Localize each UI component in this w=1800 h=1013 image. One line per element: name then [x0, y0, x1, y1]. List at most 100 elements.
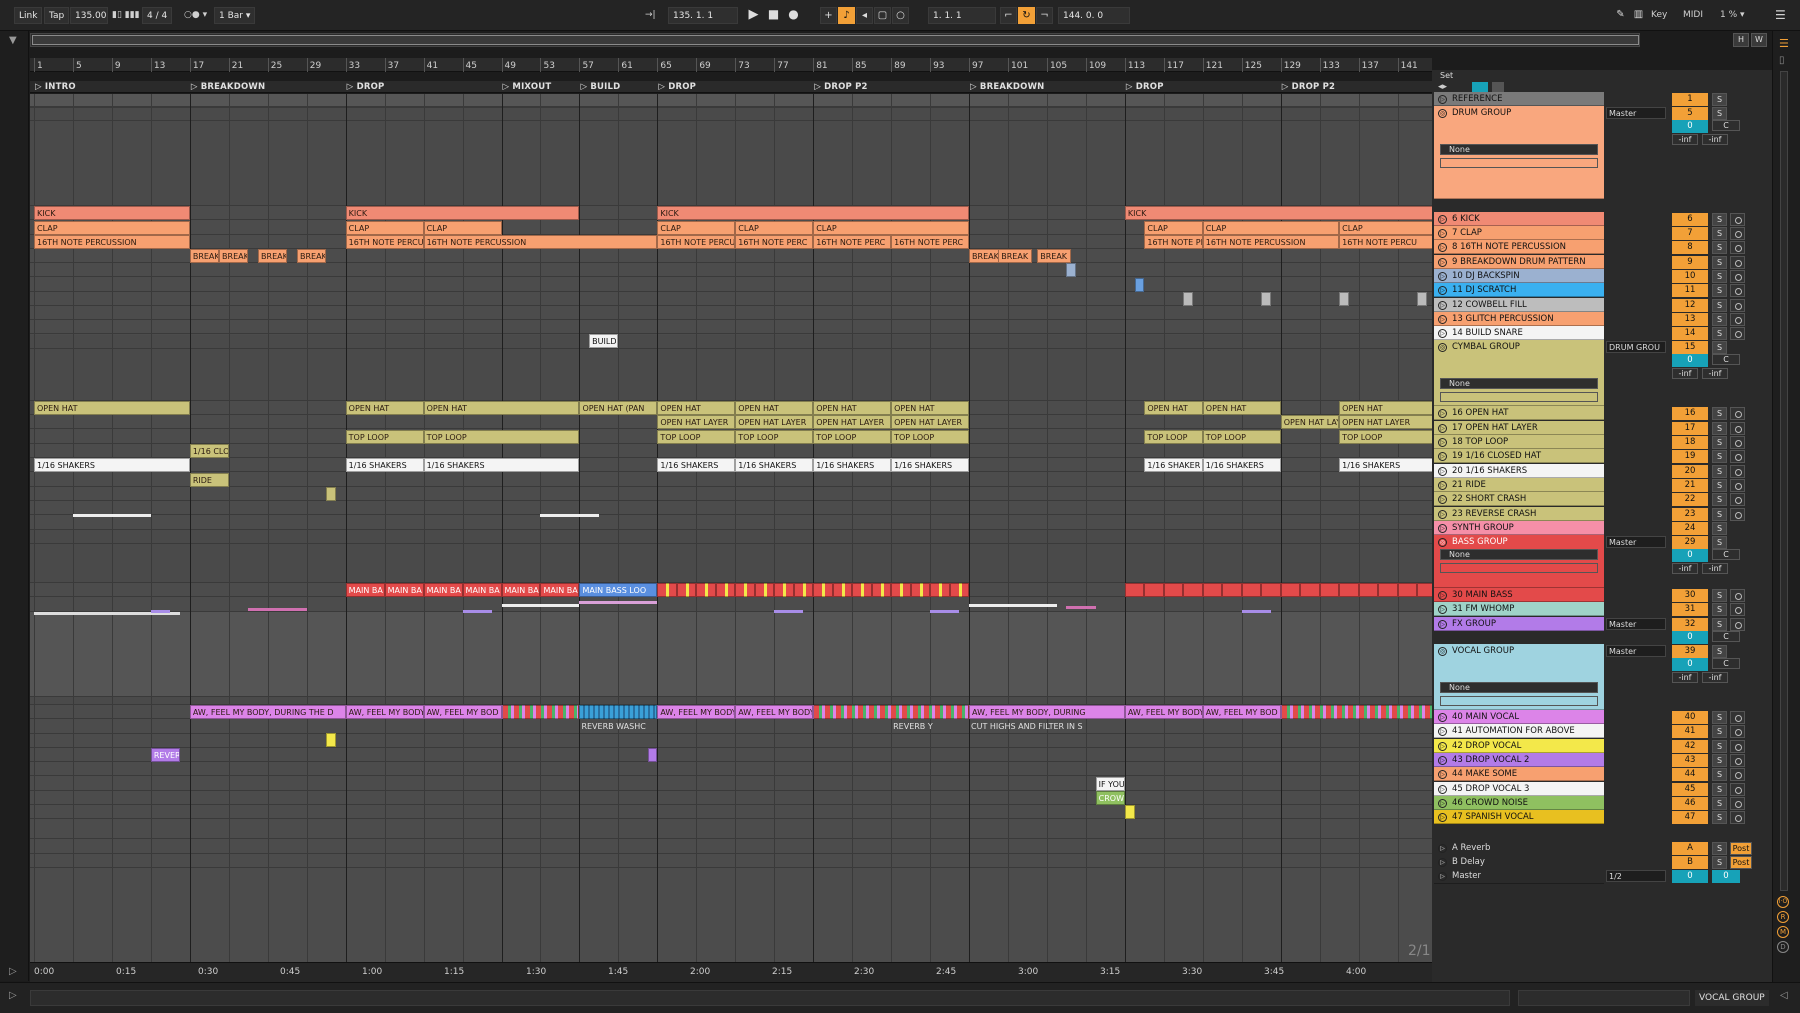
solo-button[interactable]: S — [1712, 811, 1727, 824]
track-header[interactable]: ▷ 12 COWBELL FILL 12 S — [1432, 298, 1772, 312]
clip[interactable]: MAIN BA — [384, 583, 424, 597]
track-header[interactable]: ▷ 9 BREAKDOWN DRUM PATTERN 9 S — [1432, 255, 1772, 269]
clip[interactable]: IF YOUR — [1095, 777, 1125, 791]
track-fold-icon[interactable]: ▷ — [1438, 605, 1447, 614]
return-name[interactable]: ▷ B Delay — [1434, 855, 1604, 870]
clip[interactable] — [754, 583, 775, 597]
clip[interactable]: TOP LOOP — [891, 430, 970, 444]
arm-button[interactable] — [1730, 493, 1745, 506]
io-icon[interactable]: I·O — [1777, 896, 1789, 908]
clip[interactable]: 1/16 SHAKER — [1144, 458, 1203, 472]
clip[interactable]: OPEN HAT — [1202, 401, 1281, 415]
track-number[interactable]: 7 — [1672, 227, 1708, 240]
marker-clip[interactable] — [647, 748, 658, 762]
view-list-icon[interactable]: ☰ — [1779, 37, 1789, 50]
clip[interactable] — [696, 583, 716, 597]
track-fold-icon[interactable]: ▷ — [1438, 620, 1447, 629]
solo-button[interactable]: S — [1712, 536, 1727, 549]
automation-line[interactable] — [248, 608, 307, 611]
arm-button[interactable] — [1730, 711, 1745, 724]
track-fold-icon[interactable]: ◎ — [1438, 343, 1447, 352]
arrangement-view[interactable]: KICK KICK KICK KICK CLAP CLAP CLAP CLAP CLAP CLAP… — [30, 94, 1432, 962]
clip[interactable]: 1/16 SHAKERS — [735, 458, 814, 472]
solo-button[interactable]: S — [1712, 227, 1727, 240]
track-name[interactable]: ▷ 22 SHORT CRASH — [1434, 492, 1604, 506]
track-fold-icon[interactable]: ▷ — [1438, 452, 1447, 461]
clip[interactable] — [1144, 583, 1164, 597]
track-number[interactable]: 5 — [1672, 107, 1708, 120]
track-fold-icon[interactable]: ▷ — [1438, 272, 1447, 281]
locator-intro[interactable]: ▷ INTRO — [35, 82, 76, 92]
automation-line[interactable] — [969, 604, 1057, 607]
track-number[interactable]: 23 — [1672, 508, 1708, 521]
track-header[interactable]: ▷ 16 OPEN HAT 16 S — [1432, 406, 1772, 420]
clip[interactable] — [1378, 583, 1398, 597]
clip[interactable]: OPEN HAT LAYER — [891, 415, 970, 429]
automation-line[interactable] — [501, 604, 580, 607]
clip[interactable]: 1/16 SHAKERS — [1202, 458, 1281, 472]
clip[interactable]: CLAP — [657, 221, 736, 235]
track-name[interactable]: ▷ 10 DJ BACKSPIN — [1434, 269, 1604, 283]
clip[interactable] — [832, 583, 853, 597]
track-name[interactable]: ▷ FX GROUP — [1434, 617, 1604, 631]
track-header[interactable]: ▷ 13 GLITCH PERCUSSION 13 S — [1432, 312, 1772, 326]
arm-button[interactable] — [1730, 407, 1745, 420]
track-header[interactable]: ▷ 43 DROP VOCAL 2 43 S — [1432, 753, 1772, 767]
locator-mixout[interactable]: ▷ MIXOUT — [503, 82, 552, 92]
center-button[interactable]: C — [1712, 549, 1740, 560]
loop-start-field[interactable]: 1. 1. 1 — [928, 7, 996, 24]
track-name[interactable]: ▷ 31 FM WHOMP — [1434, 602, 1604, 616]
clip[interactable]: 1/16 SHAKERS — [345, 458, 424, 472]
w-zoom-button[interactable]: W — [1751, 33, 1767, 47]
track-name[interactable]: ▷ SYNTH GROUP — [1434, 521, 1604, 535]
volume-inf[interactable]: -inf — [1672, 563, 1698, 574]
clip[interactable]: KICK — [345, 206, 580, 220]
clip[interactable]: KICK — [1124, 206, 1432, 220]
arm-button[interactable] — [1730, 450, 1745, 463]
quantize-select[interactable]: 1 Bar ▾ — [214, 7, 256, 24]
clip[interactable] — [1358, 583, 1379, 597]
solo-button[interactable]: S — [1712, 508, 1727, 521]
track-fold-icon[interactable]: ▷ — [1438, 301, 1447, 310]
clip[interactable] — [676, 583, 697, 597]
arm-button[interactable] — [1730, 465, 1745, 478]
track-number[interactable]: 6 — [1672, 213, 1708, 226]
track-fold-icon[interactable]: ▷ — [1438, 872, 1447, 881]
track-fold-icon[interactable]: ▷ — [1438, 591, 1447, 600]
clip[interactable]: OPEN HAT — [345, 401, 424, 415]
track-name[interactable]: ▷ 8 16TH NOTE PERCUSSION — [1434, 240, 1604, 254]
clip[interactable]: OPEN HAT LAYER — [813, 415, 892, 429]
clip[interactable]: CLAP — [1339, 221, 1432, 235]
track-fold-icon[interactable]: ▷ — [1438, 495, 1447, 504]
track-header[interactable]: ▷ 19 1/16 CLOSED HAT 19 S — [1432, 449, 1772, 463]
track-lane[interactable] — [30, 733, 1432, 734]
track-fold-icon[interactable]: ▷ — [1438, 727, 1447, 736]
track-name[interactable]: ▷ 14 BUILD SNARE — [1434, 326, 1604, 340]
track-fold-icon[interactable]: ◎ — [1438, 647, 1447, 656]
solo-button[interactable]: S — [1712, 213, 1727, 226]
track-header[interactable]: ▷ 11 DJ SCRATCH 11 S — [1432, 283, 1772, 297]
solo-button[interactable]: S — [1712, 725, 1727, 738]
beat-time-ruler[interactable]: 1 5 9 13 17 21 25 29 33 37 41 45 49 53 57 61 65 69 73 77 81 8… — [30, 58, 1432, 72]
solo-button[interactable]: S — [1712, 740, 1727, 753]
clip[interactable]: AW, FEEL MY BODY — [1124, 705, 1203, 719]
track-number[interactable]: 30 — [1672, 589, 1708, 602]
solo-button[interactable]: S — [1712, 797, 1727, 810]
input-select[interactable]: None — [1440, 144, 1598, 155]
solo-button[interactable]: S — [1712, 768, 1727, 781]
locator-drop-p2[interactable]: ▷ DROP P2 — [1282, 82, 1335, 92]
output-route[interactable]: Master — [1606, 107, 1666, 119]
return-name[interactable]: ▷ A Reverb — [1434, 841, 1604, 856]
punch-out-icon[interactable]: ¬ — [1036, 7, 1053, 24]
clip[interactable]: 16TH NOTE PERCUSSION — [1202, 235, 1340, 249]
overview-window[interactable] — [32, 35, 1639, 45]
overdub-icon[interactable]: + — [820, 7, 837, 24]
clip[interactable]: MAIN BA — [501, 583, 541, 597]
track-lane[interactable] — [30, 818, 1432, 819]
master-pan[interactable]: 0 — [1712, 870, 1740, 883]
clip[interactable]: CLAP — [423, 221, 502, 235]
center-button[interactable]: C — [1712, 354, 1740, 365]
track-name[interactable]: ▷ 44 MAKE SOME — [1434, 767, 1604, 781]
marker-clip[interactable] — [326, 487, 336, 501]
track-lane[interactable] — [30, 107, 1432, 108]
